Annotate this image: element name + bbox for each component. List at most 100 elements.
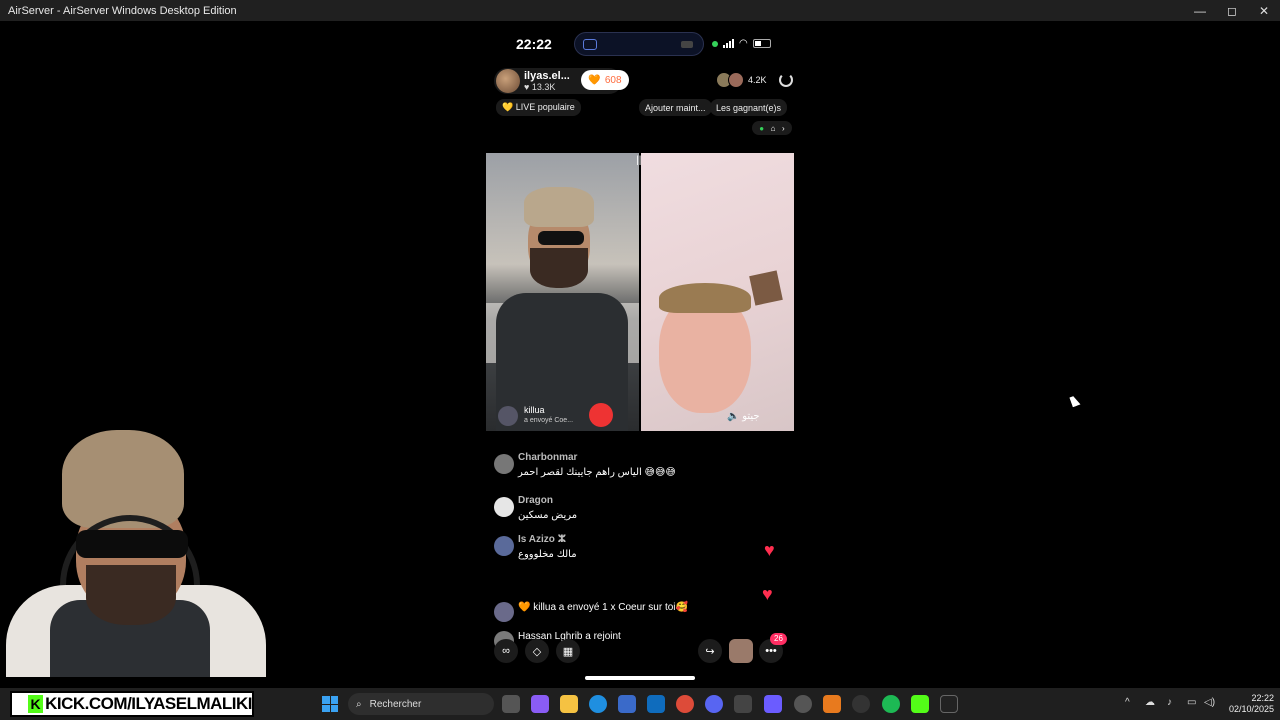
settings-icon[interactable] (794, 695, 812, 713)
status-bar: 22:22 ◠ (486, 32, 794, 56)
gift-sender-avatar (498, 406, 518, 426)
kick-app-icon[interactable] (911, 695, 929, 713)
discord-icon[interactable] (705, 695, 723, 713)
chat-text: مالك مخلوووع (518, 549, 577, 560)
gamepad-icon[interactable] (764, 695, 782, 713)
chat-text: 🧡 killua a envoyé 1 x Coeur sur toi🥰 (518, 602, 688, 613)
chat-avatar[interactable] (494, 602, 514, 622)
chat-avatar[interactable] (494, 536, 514, 556)
winners-button[interactable]: Les gagnant(e)s (710, 99, 788, 116)
chevron-up-icon[interactable]: ^ (1125, 697, 1130, 708)
signal-icon (723, 39, 734, 48)
floating-heart-icon: ♥ (764, 540, 775, 560)
host-avatar[interactable] (496, 69, 520, 93)
heart-icon: 🧡 (588, 74, 601, 86)
host-name: ilyas.el... (524, 70, 570, 82)
obs-icon[interactable] (852, 695, 870, 713)
task-view-icon[interactable] (502, 695, 520, 713)
hair (659, 283, 751, 313)
app-icon[interactable] (940, 695, 958, 713)
chat-username[interactable]: Dragon (518, 495, 553, 506)
chat-username[interactable]: Is Azizo ⵣ (518, 534, 566, 545)
live-video-split[interactable]: killua a envoyé Coe... ||| 🔈 جيتو (486, 153, 794, 431)
add-label: Ajouter maint... (645, 102, 706, 113)
viewer-count: 4.2K (748, 75, 767, 85)
battery-icon (752, 39, 771, 48)
live-host-bar: ilyas.el... ♥ 13.3K 🧡 608 4.2K (494, 68, 793, 94)
kick-url: KICK.COM/ILYASELMALIKI (45, 694, 252, 713)
share-icon[interactable]: ↪ (698, 639, 722, 663)
viewers-list[interactable]: 4.2K (716, 72, 767, 88)
file-explorer-icon[interactable] (560, 695, 578, 713)
maximize-button[interactable]: ◻ (1216, 0, 1248, 21)
wifi-icon: ◠ (739, 38, 748, 49)
chat-avatar[interactable] (494, 454, 514, 474)
green-dot-icon: ● (759, 123, 765, 133)
status-icons: ◠ (712, 38, 771, 49)
mirrored-phone-screen: 22:22 ◠ ilyas.el... ♥ 13.3K 🧡 608 4.2K 💛… (486, 22, 794, 688)
apps-icon[interactable]: ▦ (556, 639, 580, 663)
chat-username[interactable]: Charbonmar (518, 452, 577, 463)
guest-label[interactable]: 🔈 جيتو (727, 411, 760, 422)
home-indicator[interactable] (585, 676, 695, 680)
clock-time: 22:22 (1251, 693, 1274, 703)
multi-guest-icon[interactable]: ◇ (525, 639, 549, 663)
outlook-icon[interactable] (647, 695, 665, 713)
host-likes: ♥ 13.3K (524, 82, 556, 92)
volume-icon[interactable]: ◁) (1204, 697, 1215, 708)
viewer-avatar (728, 72, 744, 88)
video-host-left[interactable]: killua a envoyé Coe... (486, 153, 639, 431)
hearts-button[interactable]: 🧡 608 (581, 70, 629, 90)
hat (62, 430, 184, 528)
copilot-icon[interactable] (531, 695, 549, 713)
store-icon[interactable] (618, 695, 636, 713)
chrome-icon[interactable] (676, 695, 694, 713)
close-button[interactable]: ✕ (1248, 0, 1280, 21)
camera-indicator-icon (712, 40, 718, 47)
spotify-icon[interactable] (882, 695, 900, 713)
minimize-button[interactable]: — (1184, 0, 1216, 21)
microphone-icon[interactable]: ♪ (1167, 697, 1172, 708)
clock-date: 02/10/2025 (1228, 704, 1274, 714)
hat (524, 187, 594, 227)
search-icon: ⌕ (356, 698, 362, 710)
network-icon[interactable]: ▭ (1187, 697, 1196, 708)
winners-label: Les gagnant(e)s (716, 102, 782, 113)
title-bar: AirServer - AirServer Windows Desktop Ed… (0, 0, 1280, 21)
beard (530, 248, 588, 288)
chat-text: الياس راهم جايينك لقصر احمر 😅😅😅 (518, 467, 676, 478)
gift-icon[interactable] (729, 639, 753, 663)
app-icon[interactable] (823, 695, 841, 713)
gift-description: a envoyé Coe... (524, 417, 574, 424)
edge-icon[interactable] (589, 695, 607, 713)
dynamic-island (574, 32, 704, 56)
floating-heart-icon: ♥ (762, 584, 773, 604)
mouse-cursor-icon (1069, 394, 1081, 408)
video-guest-right[interactable]: 🔈 جيتو (641, 153, 794, 431)
search-placeholder: Rechercher (369, 698, 422, 710)
gift-heart-icon (589, 403, 613, 427)
bottom-action-bar: ∞ ◇ ▦ ↪ ••• 26 (494, 633, 787, 665)
taskbar-search[interactable]: ⌕ Rechercher (348, 693, 494, 715)
windows-start-icon[interactable] (322, 696, 338, 712)
chevron-right-icon: › (782, 123, 785, 133)
house-icon: ⌂ (770, 123, 776, 133)
live-populaire-tag[interactable]: 💛 LIVE populaire (496, 99, 581, 116)
taskbar-clock[interactable]: 22:22 02/10/2025 (1222, 693, 1274, 715)
link-icon[interactable]: ∞ (494, 639, 518, 663)
airserver-icon[interactable] (734, 695, 752, 713)
chat-text: مريض مسكين (518, 510, 578, 521)
stream-controls[interactable]: ● ⌂ › (752, 121, 792, 135)
power-icon[interactable] (779, 73, 793, 87)
hearts-count: 608 (604, 74, 622, 86)
kick-logo-icon: K (28, 695, 44, 713)
tag-row: 💛 LIVE populaire Ajouter maint... Les ga… (494, 99, 788, 117)
onedrive-icon[interactable]: ☁ (1145, 697, 1155, 708)
webcam-overlay (0, 425, 268, 677)
airserver-window: AirServer - AirServer Windows Desktop Ed… (0, 0, 1280, 720)
sunglasses (76, 530, 188, 558)
sunglasses (538, 231, 584, 245)
gift-notification: killua a envoyé Coe... (494, 403, 634, 427)
add-button[interactable]: Ajouter maint... (639, 99, 712, 116)
chat-avatar[interactable] (494, 497, 514, 517)
